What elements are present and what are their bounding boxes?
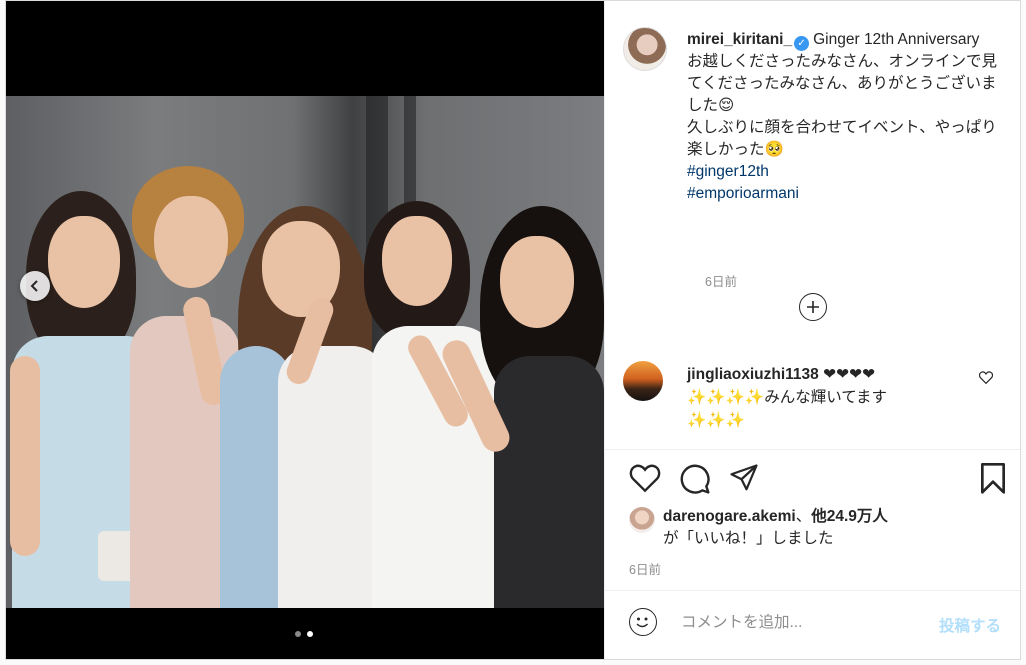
caption-time[interactable]: 6日前 <box>705 271 737 290</box>
likes-separator: 、 <box>795 508 812 525</box>
comment-input[interactable] <box>679 609 923 637</box>
commenter-username[interactable]: jingliaoxiuzhi1138 <box>687 366 819 383</box>
caption-line: 久しぶりに顔を合わせてイベント、やっぱり楽しかった🥺 <box>687 119 997 158</box>
plus-circle-icon <box>807 301 819 313</box>
hashtag-link[interactable]: #emporioarmani <box>687 183 1007 205</box>
post-time[interactable]: 6日前 <box>629 559 661 578</box>
paper-plane-icon <box>730 464 758 491</box>
caption-line: お越しくださったみなさん、オンラインで見てくださったみなさん、ありがとうございま… <box>687 53 998 114</box>
carousel-prev-button[interactable] <box>20 271 50 301</box>
comment-text: jingliaoxiuzhi1138 ❤❤❤❤ ✨✨✨✨みんな輝いてます ✨✨✨ <box>687 363 967 432</box>
action-bar <box>623 463 1015 497</box>
liker-username[interactable]: darenogare.akemi <box>663 508 796 525</box>
post-media <box>6 1 604 659</box>
verified-badge-icon: ✓ <box>794 36 810 51</box>
comment-like-button[interactable] <box>978 371 994 389</box>
hashtag-link[interactable]: #ginger12th <box>687 161 1007 183</box>
post-photo[interactable] <box>6 96 604 608</box>
comment-line: ❤❤❤❤ <box>823 366 876 383</box>
bookmark-icon <box>980 463 1005 494</box>
author-username[interactable]: mirei_kiritani_ <box>687 31 792 48</box>
carousel-dots <box>295 631 313 637</box>
comment-line: ✨✨✨ <box>687 412 745 429</box>
carousel-dot <box>307 631 313 637</box>
chevron-left-icon <box>30 280 38 292</box>
comment-bubble-icon <box>680 464 710 494</box>
smiley-icon <box>636 617 649 628</box>
divider <box>605 449 1020 450</box>
comment-button[interactable] <box>679 463 711 500</box>
post-comment-button[interactable]: 投稿する <box>933 613 1007 637</box>
post-sidebar: mirei_kiritani_ ✓ Ginger 12th Anniversary … <box>604 1 1020 659</box>
carousel-dot <box>295 631 301 637</box>
author-avatar[interactable] <box>623 27 667 71</box>
load-more-comments-button[interactable] <box>799 293 827 321</box>
comment-bar: 投稿する <box>605 591 1020 659</box>
heart-icon <box>978 371 994 385</box>
caption-line: Ginger 12th Anniversary <box>813 31 980 48</box>
commenter-avatar[interactable] <box>623 361 663 401</box>
emoji-button[interactable] <box>629 608 657 636</box>
share-button[interactable] <box>729 463 759 498</box>
save-button[interactable] <box>979 463 1007 500</box>
comment-line: ✨✨✨✨みんな輝いてます <box>687 389 887 406</box>
caption-text: mirei_kiritani_ ✓ Ginger 12th Anniversary … <box>687 29 1007 205</box>
instagram-post: mirei_kiritani_ ✓ Ginger 12th Anniversary … <box>5 0 1021 660</box>
heart-icon <box>629 464 661 493</box>
like-button[interactable] <box>629 463 661 498</box>
liker-avatar[interactable] <box>629 507 655 533</box>
likes-suffix: が「いいね！」しました <box>663 530 834 547</box>
likes-count-link[interactable]: 他24.9万人 <box>811 508 888 525</box>
